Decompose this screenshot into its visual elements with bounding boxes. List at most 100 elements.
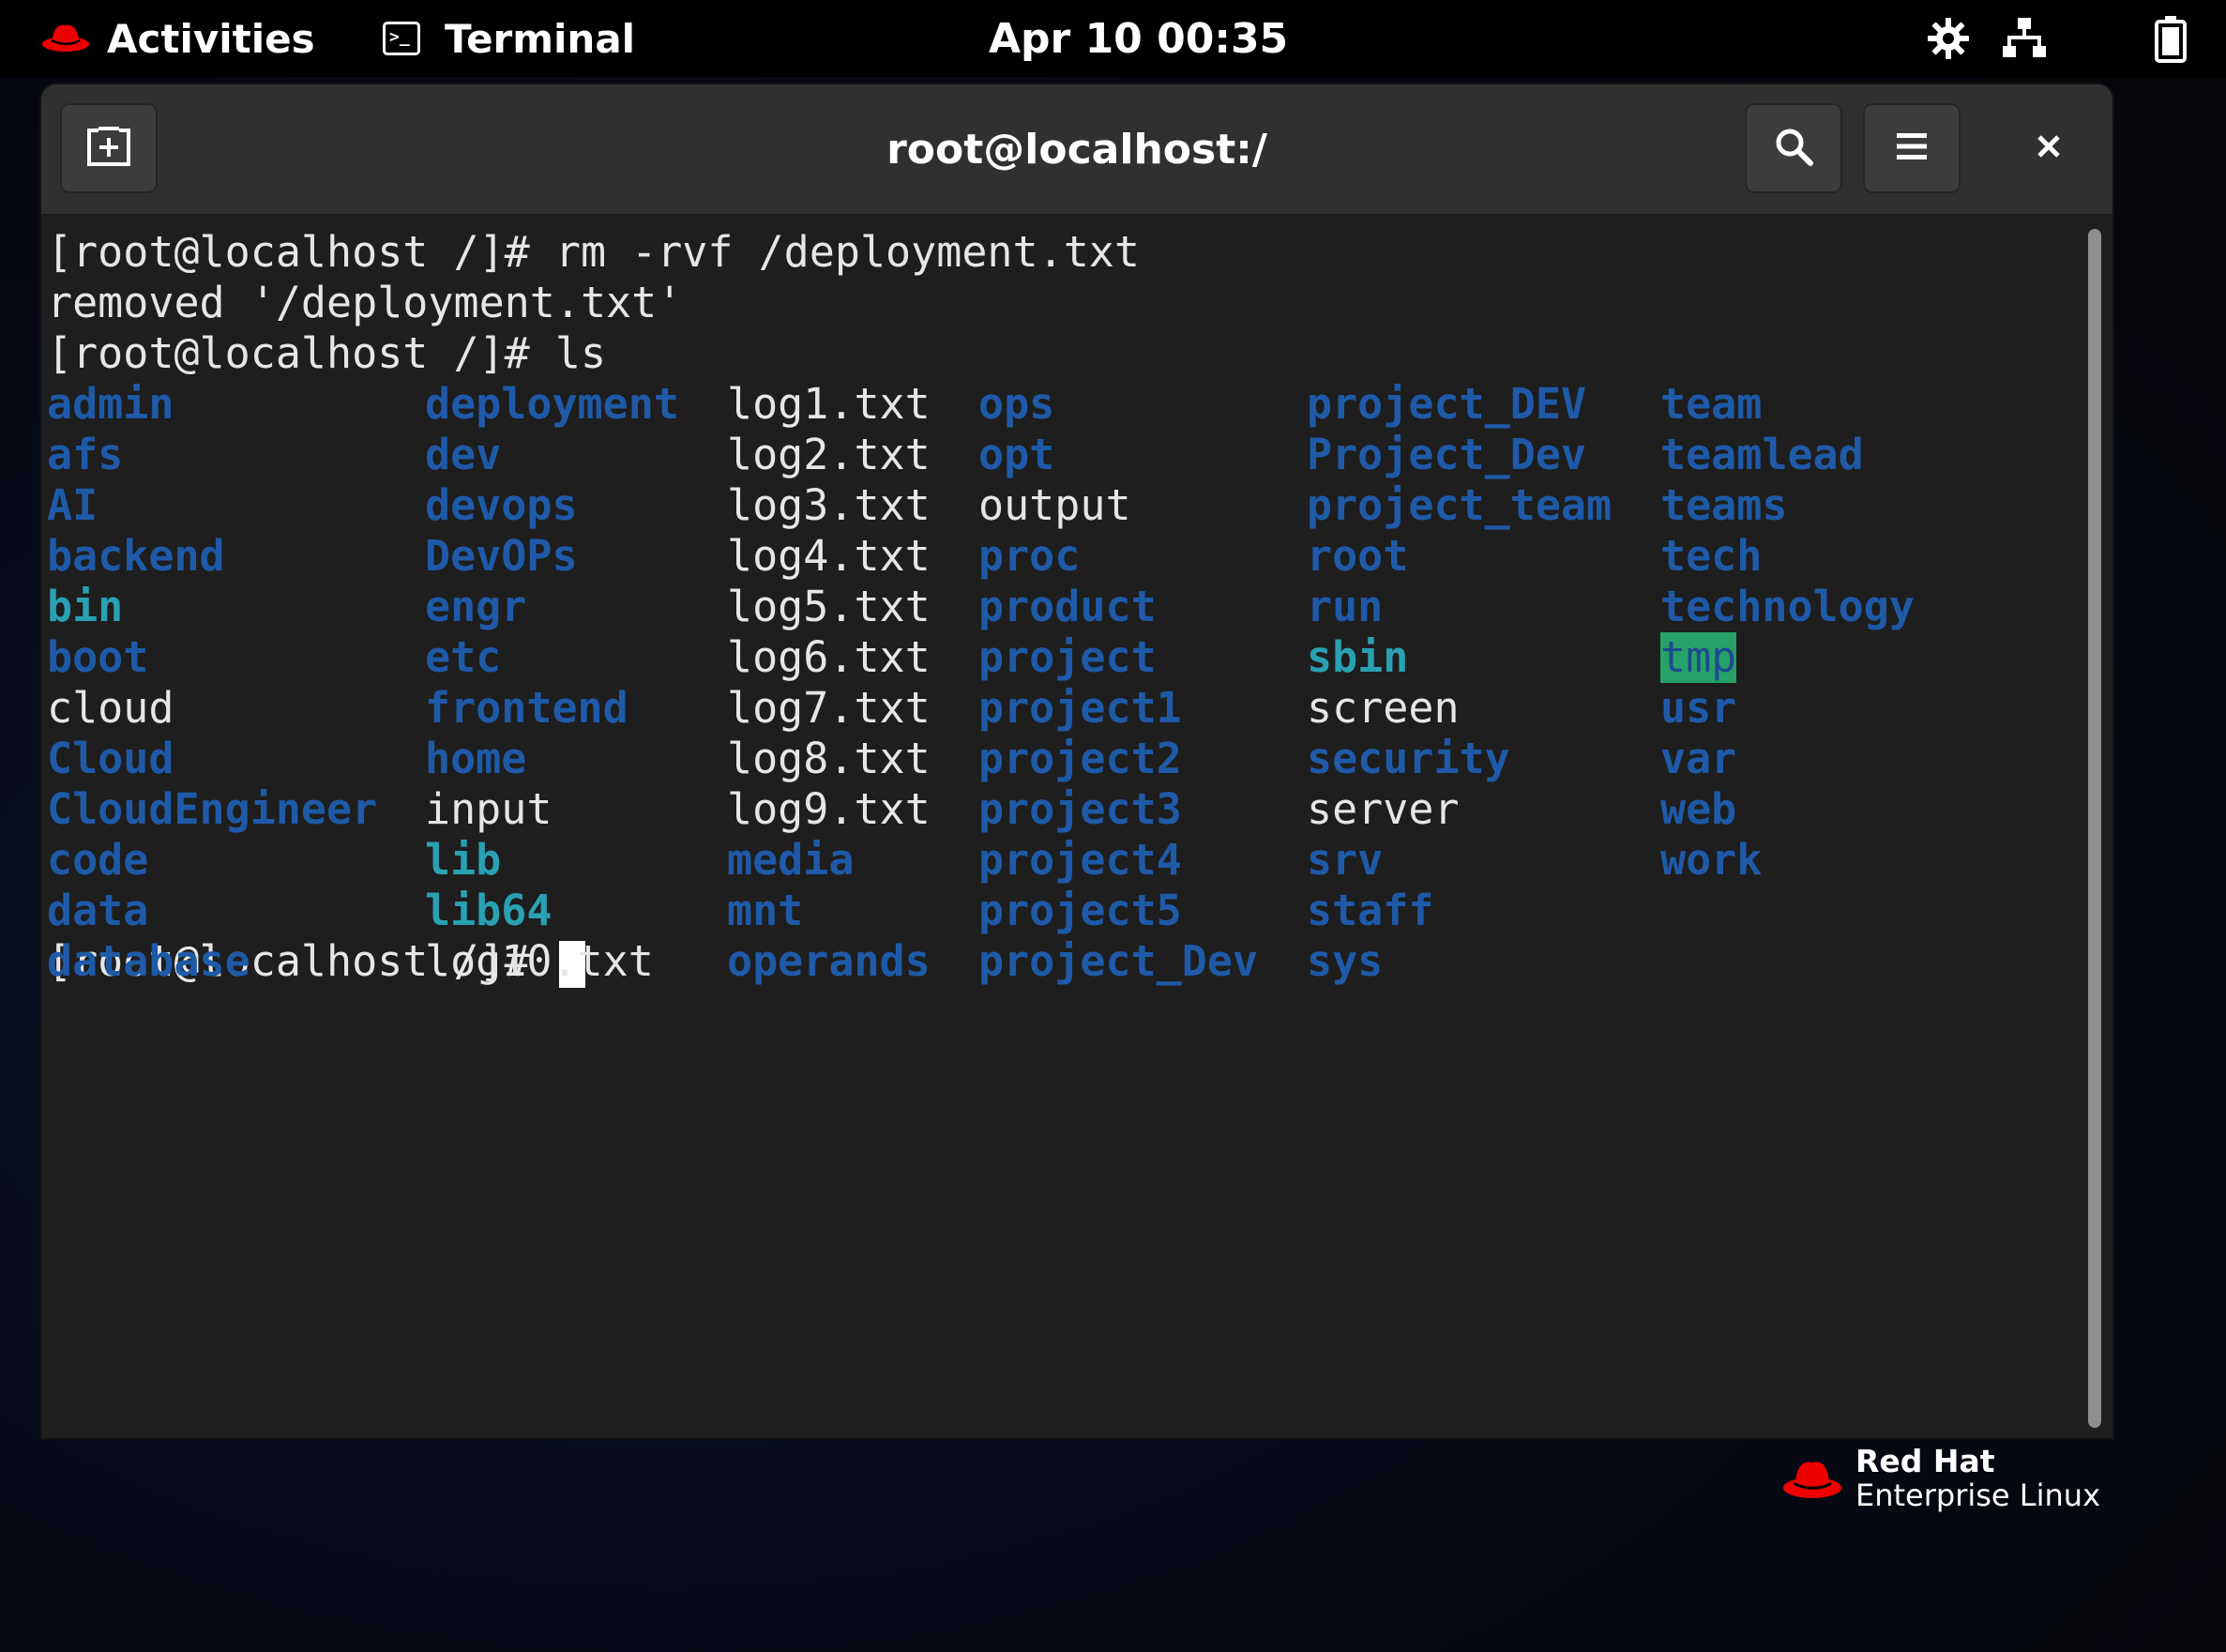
scrollbar-thumb[interactable] (2088, 229, 2101, 1428)
battery-icon[interactable] (2154, 0, 2188, 77)
ls-entry: boot (47, 632, 149, 682)
ls-entry: database (47, 936, 250, 986)
ls-entry: screen (1307, 683, 1460, 733)
ls-entry: bin (47, 582, 124, 631)
ls-entry: code (47, 835, 149, 885)
ls-entry: project5 (978, 886, 1182, 935)
ls-entry: devops (425, 480, 578, 530)
ls-entry: log5.txt (727, 582, 931, 631)
top-bar: Activities >_ Terminal Apr 10 00:35 (0, 0, 2226, 77)
ls-entry: backend (47, 531, 225, 581)
clock[interactable]: Apr 10 00:35 (989, 0, 1288, 77)
hamburger-menu-icon (1895, 130, 1929, 166)
ls-entry: log3.txt (727, 480, 931, 530)
ls-entry: sbin (1307, 632, 1409, 682)
ls-entry: project_DEV (1307, 379, 1587, 429)
menu-button[interactable] (1863, 103, 1961, 193)
ls-entry: media (727, 835, 855, 885)
ls-entry: work (1660, 835, 1763, 885)
ls-entry: usr (1660, 683, 1737, 733)
ls-entry: team (1660, 379, 1763, 429)
ls-entry: product (978, 582, 1157, 631)
logo-line-1: Red Hat (1855, 1443, 1995, 1479)
terminal-output[interactable]: [root@localhost /]# rm -rvf /deployment.… (41, 216, 2077, 1438)
ls-entry: srv (1307, 835, 1384, 885)
ls-entry: opt (978, 430, 1055, 479)
ls-entry: run (1307, 582, 1384, 631)
ls-entry: admin (47, 379, 174, 429)
ls-entry: security (1307, 734, 1510, 783)
gear-icon[interactable] (1925, 0, 1972, 77)
ls-entry: project2 (978, 734, 1182, 783)
search-button[interactable] (1745, 103, 1842, 193)
search-icon (1773, 126, 1814, 171)
redhat-logo: Red Hat Enterprise Linux (1782, 1445, 2100, 1512)
ls-entry: log10.txt (425, 936, 654, 986)
ls-entry: DevOPs (425, 531, 578, 581)
ls-entry: log8.txt (727, 734, 931, 783)
ls-entry: AI (47, 480, 98, 530)
ls-entry: input (425, 784, 553, 834)
logo-line-2: Enterprise Linux (1855, 1478, 2100, 1513)
ls-entry: data (47, 886, 149, 935)
ls-entry: project4 (978, 835, 1182, 885)
terminal-window: root@localhost:/ [root@localhost /]# rm … (41, 84, 2112, 1438)
terminal-line: removed '/deployment.txt' (47, 278, 683, 327)
ls-entry: project_Dev (978, 936, 1259, 986)
ls-entry: operands (727, 936, 931, 986)
ls-entry: staff (1307, 886, 1434, 935)
ls-entry: Project_Dev (1307, 430, 1587, 479)
ls-entry: project_team (1307, 480, 1613, 530)
ls-entry: project3 (978, 784, 1182, 834)
ls-entry: home (425, 734, 527, 783)
redhat-logo-hat (1783, 1462, 1841, 1498)
ls-entry: project (978, 632, 1157, 682)
activities-label: Activities (107, 15, 315, 62)
terminal-line: [root@localhost /]# ls (47, 328, 607, 378)
activities-button[interactable]: Activities (41, 0, 315, 77)
ls-entry: sys (1307, 936, 1384, 986)
ls-entry: mnt (727, 886, 804, 935)
ls-entry: server (1307, 784, 1460, 834)
ls-entry: log1.txt (727, 379, 931, 429)
ls-entry: etc (425, 632, 502, 682)
ls-entry: log6.txt (727, 632, 931, 682)
close-button[interactable] (2000, 103, 2097, 193)
ls-entry: project1 (978, 683, 1182, 733)
ls-entry: teamlead (1660, 430, 1864, 479)
ls-entry: tech (1660, 531, 1763, 581)
ls-entry: engr (425, 582, 527, 631)
ls-entry: deployment (425, 379, 679, 429)
ls-entry: cloud (47, 683, 174, 733)
ls-entry: log2.txt (727, 430, 931, 479)
ls-entry: ops (978, 379, 1055, 429)
ls-entry: dev (425, 430, 502, 479)
ls-entry: log9.txt (727, 784, 931, 834)
ls-entry: teams (1660, 480, 1788, 530)
new-tab-button[interactable] (60, 103, 158, 193)
ls-entry: log7.txt (727, 683, 931, 733)
redhat-hat-icon (41, 20, 90, 57)
app-menu-terminal[interactable]: >_ Terminal (383, 0, 635, 77)
ls-entry: frontend (425, 683, 628, 733)
network-icon[interactable] (2002, 0, 2047, 77)
ls-entry: lib64 (425, 886, 553, 935)
terminal-line: [root@localhost /]# rm -rvf /deployment.… (47, 227, 1140, 277)
scrollbar[interactable] (2081, 220, 2109, 1434)
header-bar: root@localhost:/ (41, 84, 2112, 216)
terminal-app-icon: >_ (383, 22, 420, 55)
ls-entry: tmp (1660, 632, 1737, 683)
ls-entry: log4.txt (727, 531, 931, 581)
ls-entry: lib (425, 835, 502, 885)
close-icon (2035, 132, 2063, 164)
ls-entry: technology (1660, 582, 1915, 631)
ls-entry: Cloud (47, 734, 174, 783)
ls-entry: output (978, 480, 1131, 530)
ls-entry: afs (47, 430, 124, 479)
ls-entry: CloudEngineer (47, 784, 378, 834)
ls-entry: proc (978, 531, 1081, 581)
new-tab-icon (85, 125, 132, 172)
app-menu-label: Terminal (445, 15, 636, 62)
ls-entry: var (1660, 734, 1737, 783)
ls-entry: root (1307, 531, 1409, 581)
